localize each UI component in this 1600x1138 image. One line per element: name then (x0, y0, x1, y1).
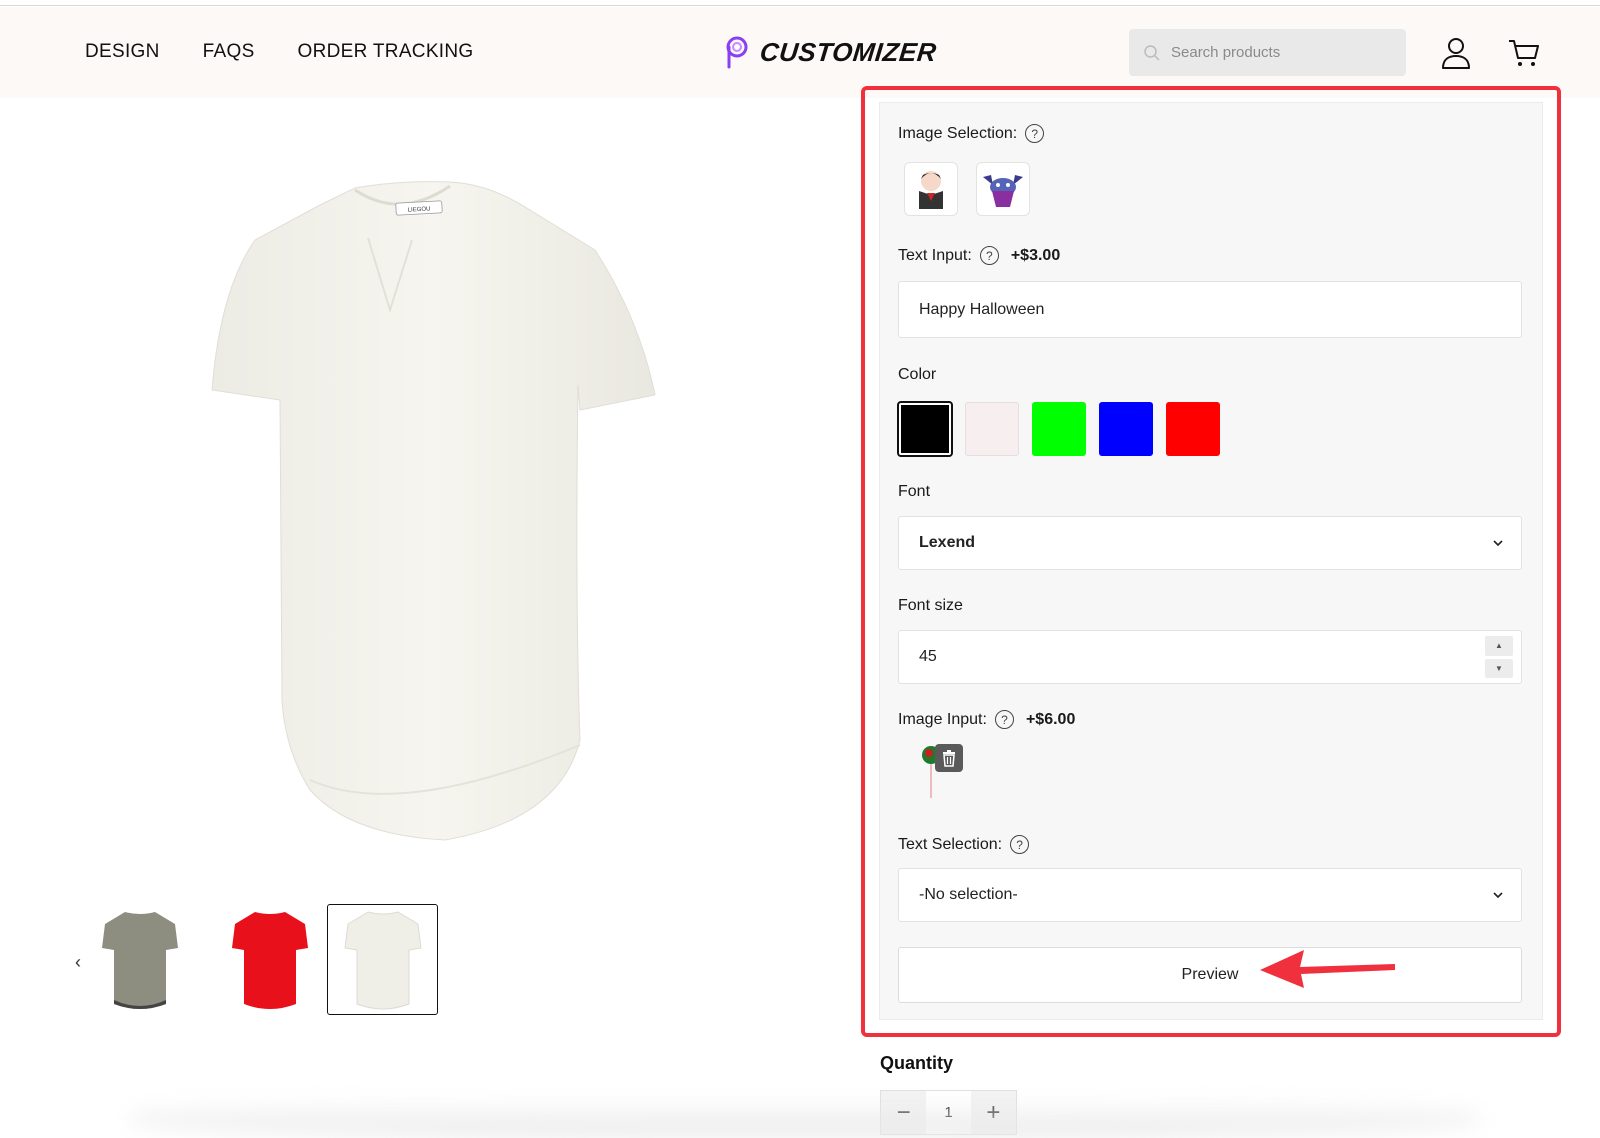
cupcake-icon (983, 175, 1023, 207)
nav-design[interactable]: DESIGN (85, 41, 160, 63)
thumbnail-white[interactable] (327, 904, 438, 1015)
color-swatch-white[interactable] (965, 402, 1019, 456)
image-input-label: Image Input: ? +$6.00 (898, 710, 1075, 729)
account-icon[interactable] (1441, 37, 1471, 69)
svg-text:LIEGOU: LIEGOU (408, 206, 431, 213)
text-input-field[interactable]: Happy Halloween (898, 281, 1522, 338)
stepper-down-icon[interactable]: ▼ (1485, 658, 1513, 678)
stepper-up-icon[interactable]: ▲ (1485, 636, 1513, 656)
help-icon[interactable]: ? (994, 710, 1014, 729)
help-icon[interactable]: ? (979, 246, 999, 265)
font-label: Font (898, 483, 931, 500)
help-icon[interactable]: ? (1010, 835, 1030, 854)
site-header: DESIGN FAQS ORDER TRACKING CUSTOMIZER (0, 7, 1600, 98)
help-icon[interactable]: ? (1025, 124, 1045, 143)
brand-name: CUSTOMIZER (758, 36, 939, 67)
color-label: Color (898, 366, 937, 383)
search-box[interactable] (1129, 29, 1406, 76)
font-select[interactable]: Lexend (898, 516, 1522, 570)
quantity-label: Quantity (880, 1053, 954, 1073)
color-swatch-black[interactable] (897, 401, 953, 457)
font-size-value: 45 (919, 648, 937, 665)
cart-icon[interactable] (1508, 38, 1540, 68)
trash-icon (943, 750, 955, 767)
logo-icon (726, 36, 748, 69)
search-input[interactable] (1171, 44, 1391, 61)
font-size-label: Font size (898, 597, 963, 614)
image-input-text: Image Input: (898, 710, 987, 728)
font-size-stepper[interactable]: ▲ ▼ (1485, 636, 1513, 678)
olive-shirt-thumb (101, 911, 178, 1009)
color-swatch-green[interactable] (1032, 402, 1086, 456)
text-selection-label: Text Selection: ? (898, 835, 1030, 854)
nav-order-tracking[interactable]: ORDER TRACKING (298, 41, 474, 63)
product-image: LIEGOU (211, 181, 656, 841)
chevron-down-icon (1493, 540, 1503, 547)
brand-logo[interactable]: CUSTOMIZER (722, 35, 939, 69)
main-nav: DESIGN FAQS ORDER TRACKING (85, 41, 473, 63)
font-size-input[interactable]: 45 ▲ ▼ (898, 630, 1522, 684)
footer-shadow (130, 1098, 1480, 1138)
chevron-down-icon (1493, 892, 1503, 899)
text-selection-value: -No selection- (919, 886, 1018, 903)
thumbnail-olive[interactable] (84, 904, 195, 1015)
image-option-cupcake[interactable] (976, 162, 1030, 216)
top-border (0, 0, 1600, 6)
red-shirt-thumb (231, 911, 308, 1009)
nav-faqs[interactable]: FAQS (203, 41, 255, 63)
white-shirt-thumb (343, 910, 422, 1009)
prev-arrow-icon[interactable]: ‹ (75, 952, 81, 973)
font-value: Lexend (919, 534, 976, 551)
thumbnail-red[interactable] (214, 904, 325, 1015)
image-input-price: +$6.00 (1025, 710, 1076, 728)
delete-image-button[interactable] (935, 744, 963, 772)
image-option-vampire[interactable] (904, 162, 958, 216)
vampire-icon (919, 171, 943, 209)
red-arrow-annotation (1260, 950, 1395, 988)
image-selection-label: Image Selection: ? (898, 124, 1045, 143)
text-input-text: Text Input: (898, 246, 972, 264)
text-input-price: +$3.00 (1010, 246, 1061, 264)
thumbnail-strip: ‹ (75, 904, 455, 1017)
preview-button[interactable]: Preview (898, 947, 1522, 1003)
text-input-value: Happy Halloween (919, 300, 1045, 318)
search-icon (1144, 44, 1160, 61)
text-selection-text: Text Selection: (898, 835, 1003, 853)
color-swatch-blue[interactable] (1099, 402, 1153, 456)
text-input-label: Text Input: ? +$3.00 (898, 246, 1060, 265)
text-selection-select[interactable]: -No selection- (898, 868, 1522, 922)
color-swatch-red[interactable] (1166, 402, 1220, 456)
image-selection-text: Image Selection: (898, 124, 1018, 142)
